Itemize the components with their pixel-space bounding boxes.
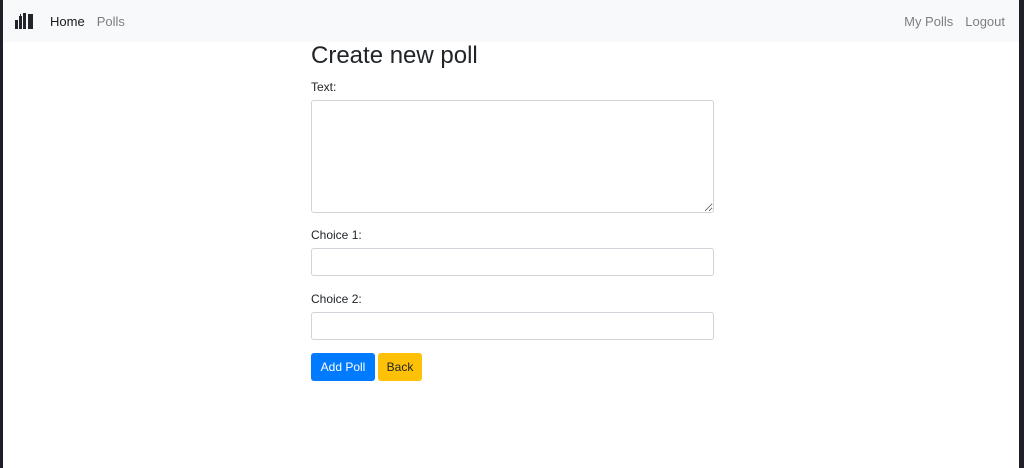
nav-my-polls-link[interactable]: My Polls <box>898 14 959 29</box>
text-label: Text: <box>311 80 337 94</box>
nav-polls-link[interactable]: Polls <box>91 14 131 29</box>
nav-home-link[interactable]: Home <box>50 14 91 29</box>
nav-left: Home Polls <box>50 0 131 42</box>
add-poll-button[interactable]: Add Poll <box>311 353 375 381</box>
page-title: Create new poll <box>311 42 478 69</box>
navbar: Home Polls My Polls Logout <box>3 0 1019 42</box>
text-textarea[interactable] <box>311 100 714 213</box>
choice-2-label: Choice 2: <box>311 292 362 306</box>
back-button[interactable]: Back <box>378 353 422 381</box>
nav-logout-link[interactable]: Logout <box>959 14 1005 29</box>
nav-right: My Polls Logout <box>898 0 1005 42</box>
poll-bars-icon[interactable] <box>15 13 33 29</box>
page: Home Polls My Polls Logout Create new po… <box>3 0 1019 468</box>
choice-1-input[interactable] <box>311 248 714 276</box>
choice-2-input[interactable] <box>311 312 714 340</box>
choice-1-label: Choice 1: <box>311 228 362 242</box>
